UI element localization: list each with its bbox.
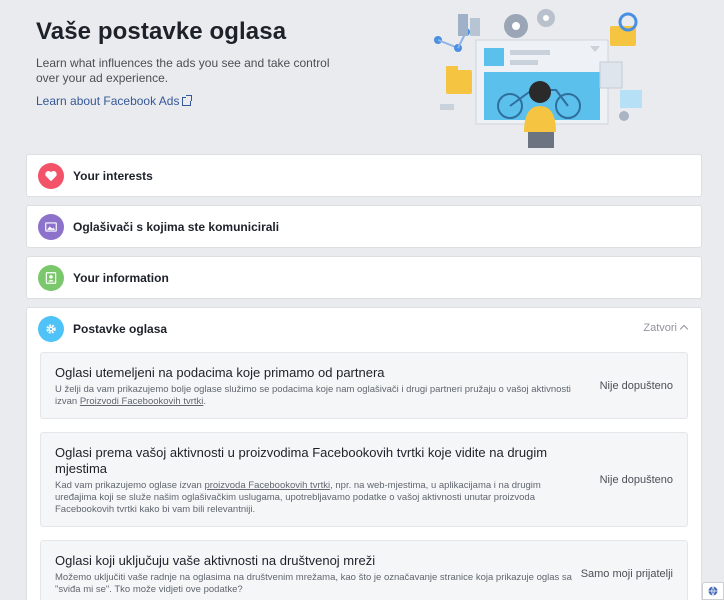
setting-status: Nije dopušteno bbox=[599, 473, 673, 486]
section-advertisers[interactable]: Oglašivači s kojima ste komunicirali bbox=[26, 205, 702, 248]
section-label: Your interests bbox=[73, 168, 153, 183]
setting-title: Oglasi koji uključuju vaše aktivnosti na… bbox=[55, 553, 376, 568]
setting-status: Nije dopušteno bbox=[599, 379, 673, 392]
setting-social-actions[interactable]: Oglasi koji uključuju vaše aktivnosti na… bbox=[40, 540, 688, 600]
setting-description: Kad vam prikazujemo oglase izvan proizvo… bbox=[55, 480, 577, 516]
setting-title: Oglasi prema vašoj aktivnosti u proizvod… bbox=[55, 445, 548, 476]
section-your-information[interactable]: Your information bbox=[26, 256, 702, 299]
close-section-button[interactable]: Zatvori bbox=[643, 322, 689, 334]
section-label: Oglašivači s kojima ste komunicirali bbox=[73, 219, 280, 234]
learn-link-label: Learn about Facebook Ads bbox=[36, 94, 180, 108]
setting-status: Samo moji prijatelji bbox=[580, 567, 673, 580]
setting-desc-text: . bbox=[203, 396, 207, 407]
ad-settings-header[interactable]: Postavke oglasa Zatvori bbox=[27, 308, 701, 349]
close-label: Zatvori bbox=[643, 322, 677, 334]
chevron-up-icon bbox=[679, 324, 689, 334]
section-label: Postavke oglasa bbox=[73, 321, 168, 336]
globe-icon bbox=[708, 586, 718, 597]
page-header: Vaše postavke oglasa Learn what influenc… bbox=[36, 18, 356, 110]
setting-partner-data[interactable]: Oglasi utemeljeni na podacima koje prima… bbox=[40, 352, 688, 419]
page-subtitle: Learn what influences the ads you see an… bbox=[36, 56, 330, 85]
person-icon bbox=[38, 264, 64, 291]
section-your-interests[interactable]: Your interests bbox=[26, 154, 702, 197]
ad-preferences-illustration bbox=[434, 9, 642, 148]
setting-description: Možemo uključiti vaše radnje na oglasima… bbox=[55, 572, 577, 596]
heart-icon bbox=[38, 162, 64, 189]
section-label: Your information bbox=[73, 270, 169, 285]
company-products-link[interactable]: Proizvodi Facebookovih tvrtki bbox=[80, 396, 204, 407]
setting-desc-text: Možemo uključiti vaše radnje na oglasima… bbox=[55, 572, 572, 595]
language-globe-button[interactable] bbox=[702, 582, 724, 600]
learn-about-ads-link[interactable]: Learn about Facebook Ads bbox=[36, 94, 193, 108]
setting-title: Oglasi utemeljeni na podacima koje prima… bbox=[55, 365, 385, 380]
company-products-link[interactable]: proizvoda Facebookovih tvrtki bbox=[204, 480, 330, 491]
image-icon bbox=[38, 213, 64, 240]
section-ad-settings: Postavke oglasa Zatvori Oglasi utemeljen… bbox=[26, 307, 702, 600]
gear-icon bbox=[38, 315, 64, 342]
external-link-icon bbox=[182, 95, 193, 106]
page-title: Vaše postavke oglasa bbox=[36, 18, 287, 45]
setting-offsite-activity[interactable]: Oglasi prema vašoj aktivnosti u proizvod… bbox=[40, 432, 688, 527]
setting-desc-text: Kad vam prikazujemo oglase izvan bbox=[55, 480, 205, 491]
setting-description: U želji da vam prikazujemo bolje oglase … bbox=[55, 384, 577, 408]
